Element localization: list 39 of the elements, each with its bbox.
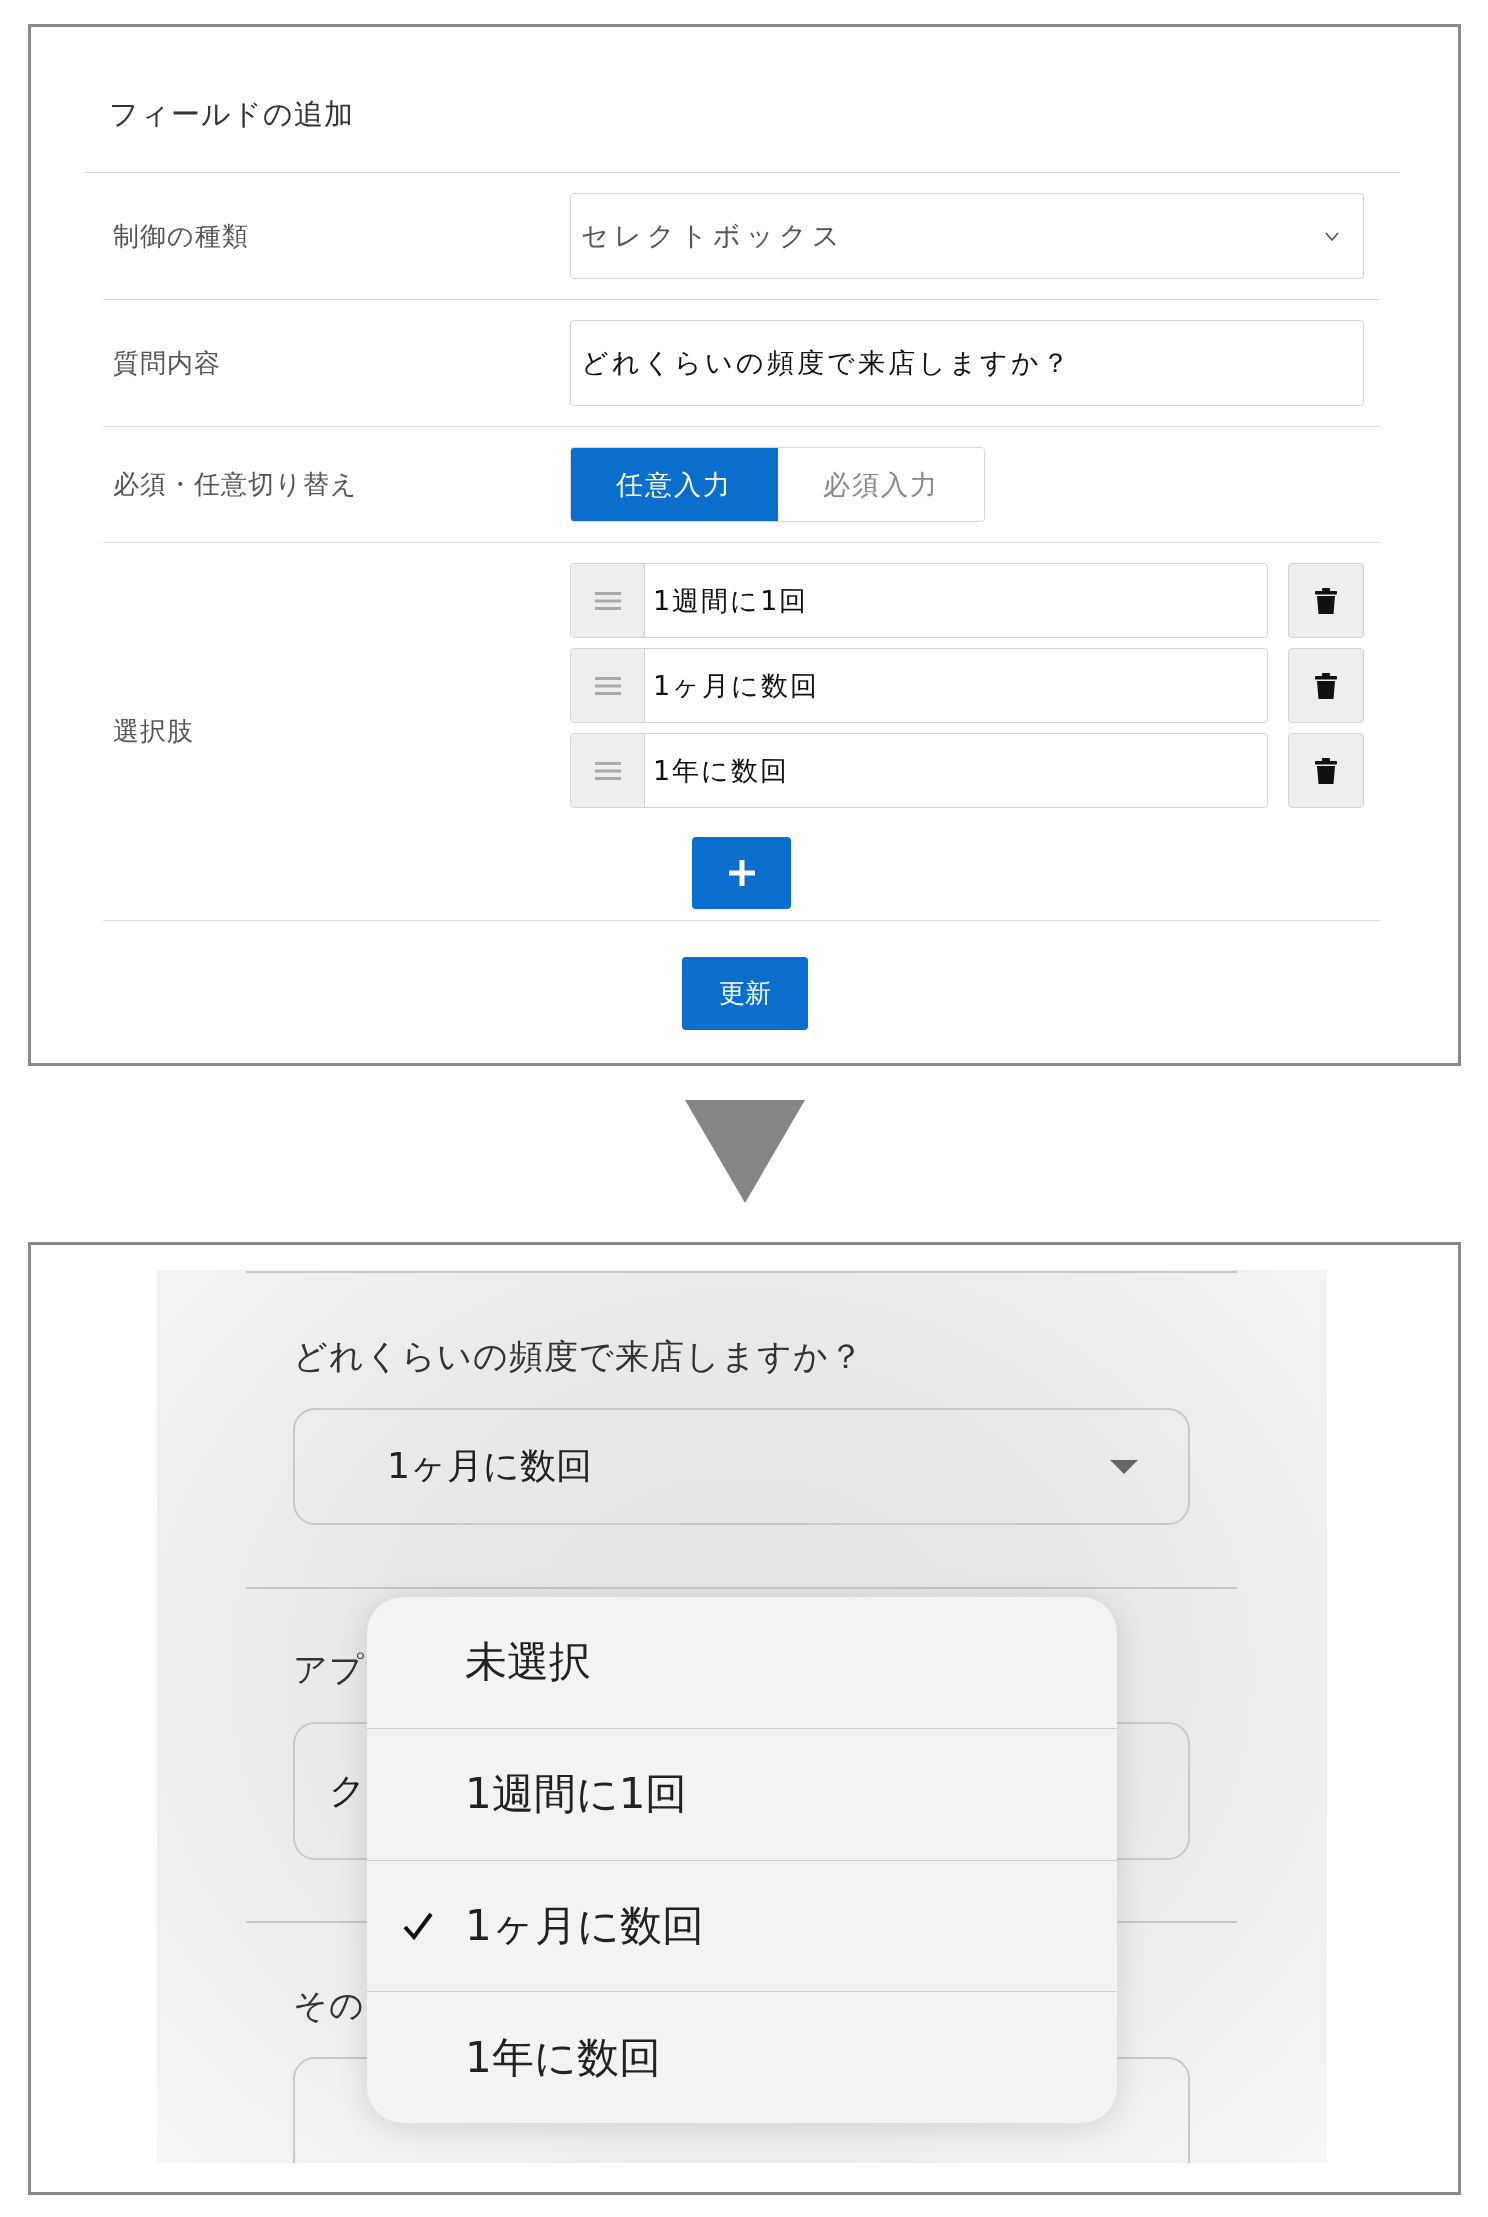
- question-label: どれくらいの頻度で来店しますか？: [293, 1339, 864, 1373]
- select-field[interactable]: セレクトボックス: [570, 193, 1364, 279]
- update-button[interactable]: 更新: [681, 957, 808, 1030]
- menu-item[interactable]: 1年に数回: [367, 1991, 1117, 2123]
- trash-icon: [1315, 757, 1337, 784]
- choice-field[interactable]: 1ヶ月に数回: [570, 648, 1268, 723]
- text-input-field[interactable]: どれくらいの頻度で来店しますか？: [570, 320, 1364, 406]
- form-title: フィールドの追加: [109, 95, 354, 133]
- caret-down-icon: [1110, 1459, 1138, 1474]
- plus-icon: [728, 860, 755, 886]
- trash-icon: [1315, 672, 1337, 699]
- choice-value: 1週間に1回: [652, 583, 810, 618]
- select-value: セレクトボックス: [581, 219, 845, 253]
- menu-item[interactable]: 1週間に1回: [367, 1727, 1117, 1860]
- toggle-button[interactable]: 任意入力: [571, 448, 778, 521]
- drag-handle-icon[interactable]: [594, 590, 621, 611]
- delete-button[interactable]: [1288, 648, 1364, 723]
- add-button[interactable]: [692, 837, 791, 909]
- drag-handle-icon[interactable]: [594, 675, 621, 696]
- field-label: 選択肢: [112, 715, 195, 748]
- menu-item[interactable]: 未選択: [367, 1597, 1117, 1728]
- choice-field[interactable]: 1年に数回: [570, 733, 1268, 808]
- trash-icon: [1315, 587, 1337, 614]
- drag-handle-icon[interactable]: [594, 760, 621, 781]
- choice-value: 1ヶ月に数回: [652, 668, 821, 703]
- field-label: 質問内容: [112, 346, 222, 380]
- delete-button[interactable]: [1288, 563, 1364, 638]
- field-label: 必須・任意切り替え: [112, 468, 359, 501]
- delete-button[interactable]: [1288, 733, 1364, 808]
- field-label: アプ: [293, 1652, 365, 1686]
- field-label: その: [293, 1988, 365, 2022]
- select-field[interactable]: 1ヶ月に数回: [293, 1408, 1190, 1525]
- choice-field[interactable]: 1週間に1回: [570, 563, 1268, 638]
- choice-value: 1年に数回: [652, 753, 791, 788]
- field-label: 制御の種類: [112, 219, 250, 253]
- menu-item[interactable]: 1ヶ月に数回: [367, 1859, 1117, 1992]
- down-arrow-icon: [684, 1100, 805, 1203]
- select-value: 1ヶ月に数回: [387, 1444, 592, 1488]
- chevron-down-icon: [1325, 231, 1339, 241]
